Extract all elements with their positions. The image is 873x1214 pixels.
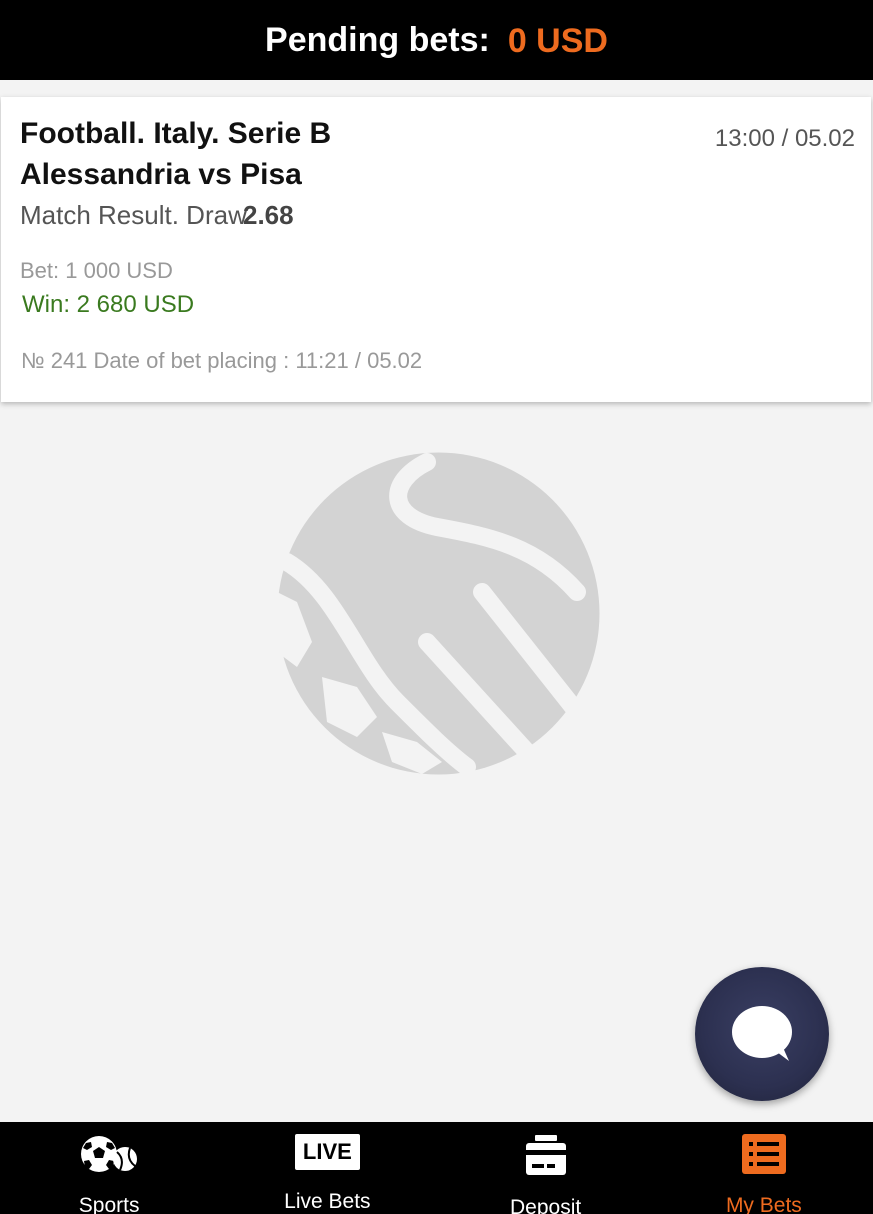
sports-balls-icon (80, 1134, 138, 1174)
nav-label-my-bets: My Bets (725, 1194, 802, 1214)
football-ball-icon (277, 452, 600, 776)
bet-card[interactable]: Football. Italy. Serie B 13:00 / 05.02 A… (1, 97, 871, 402)
nav-label-sports: Sports (78, 1194, 140, 1214)
bet-potential-win: Win: 2 680 USD (22, 291, 195, 318)
nav-item-deposit[interactable]: Deposit (437, 1122, 655, 1214)
bet-odds: 2.68 (243, 200, 294, 230)
nav-label-live-bets: Live Bets (284, 1190, 371, 1213)
bet-league-title: Football. Italy. Serie B (20, 117, 332, 150)
nav-item-my-bets[interactable]: My Bets (655, 1122, 873, 1214)
nav-item-live-bets[interactable]: LIVE Live Bets (218, 1122, 436, 1214)
bet-meta: № 241 Date of bet placing : 11:21 / 05.0… (21, 348, 423, 373)
pending-bets-header: Pending bets: 0 USD (0, 0, 873, 80)
pending-bets-label: Pending bets: (265, 20, 490, 59)
chat-button[interactable] (695, 967, 829, 1101)
live-icon: LIVE (294, 1134, 360, 1170)
nav-label-deposit: Deposit (510, 1196, 582, 1214)
card-icon (525, 1134, 567, 1176)
bet-stake: Bet: 1 000 USD (20, 258, 173, 283)
bet-market: Match Result. Draw (20, 200, 247, 230)
nav-item-sports[interactable]: Sports (0, 1122, 218, 1214)
chat-bubble-icon (732, 1006, 792, 1061)
bet-match-name: Alessandria vs Pisa (20, 158, 302, 191)
pending-bets-value: 0 USD (507, 21, 608, 60)
list-icon (741, 1134, 786, 1174)
bottom-nav: Sports LIVE Live Bets Deposit My Bets (0, 1122, 873, 1214)
bet-event-datetime: 13:00 / 05.02 (714, 125, 855, 152)
live-badge: LIVE (294, 1134, 360, 1170)
